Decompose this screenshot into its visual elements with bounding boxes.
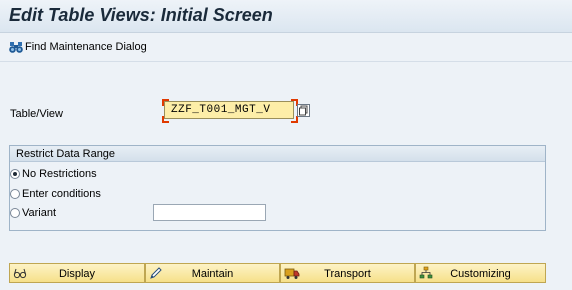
required-marker <box>162 99 169 106</box>
variant-input[interactable] <box>153 204 266 221</box>
radio-button-checked[interactable] <box>10 169 20 179</box>
radio-button[interactable] <box>10 208 20 218</box>
radio-label: Variant <box>22 207 57 219</box>
value-help-icon[interactable] <box>297 104 310 117</box>
table-view-input[interactable] <box>164 101 294 119</box>
radio-label: Enter conditions <box>22 188 101 200</box>
maintain-button[interactable]: Maintain <box>145 263 280 283</box>
find-maintenance-dialog-button[interactable]: Find Maintenance Dialog <box>9 39 147 55</box>
table-view-label: Table/View <box>10 108 63 120</box>
group-heading: Restrict Data Range <box>10 146 545 162</box>
radio-label: No Restrictions <box>22 168 97 180</box>
required-marker <box>162 116 169 123</box>
radio-variant[interactable]: Variant <box>10 207 56 219</box>
radio-no-restrictions[interactable]: No Restrictions <box>10 168 97 180</box>
radio-enter-conditions[interactable]: Enter conditions <box>10 188 101 200</box>
transport-button[interactable]: Transport <box>280 263 415 283</box>
maintain-label: Maintain <box>191 268 234 280</box>
page-title: Edit Table Views: Initial Screen <box>9 5 273 25</box>
display-label: Display <box>58 268 96 280</box>
required-marker <box>291 116 298 123</box>
display-button[interactable]: Display <box>9 263 145 283</box>
binoculars-icon <box>9 41 23 53</box>
radio-button[interactable] <box>10 189 20 199</box>
transport-label: Transport <box>324 268 371 280</box>
customizing-label: Customizing <box>450 268 511 280</box>
find-maintenance-dialog-label: Find Maintenance Dialog <box>25 41 147 53</box>
customizing-button[interactable]: Customizing <box>415 263 546 283</box>
title-bar: Edit Table Views: Initial Screen <box>0 0 572 33</box>
application-toolbar: Find Maintenance Dialog <box>0 33 572 62</box>
